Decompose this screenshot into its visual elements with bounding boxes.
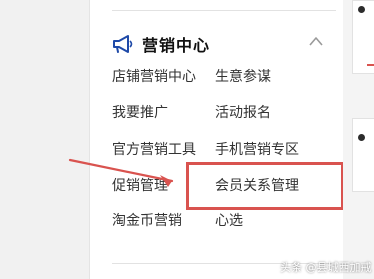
menu-item-xinxuan[interactable]: 心选 xyxy=(215,212,243,230)
chevron-up-icon[interactable] xyxy=(308,35,324,47)
menu-item-shop-marketing-center[interactable]: 店铺营销中心 xyxy=(112,68,196,86)
adjacent-card xyxy=(352,118,374,192)
menu-item-business-advisor[interactable]: 生意参谋 xyxy=(215,68,271,86)
marketing-center-header[interactable]: 营销中心 xyxy=(110,30,210,58)
section-title: 营销中心 xyxy=(142,36,211,55)
screenshot-page: 营销中心 店铺营销中心 生意参谋 我要推广 活动报名 官方营销工具 手机营销专区… xyxy=(0,0,374,279)
menu-item-mobile-marketing-zone[interactable]: 手机营销专区 xyxy=(215,141,299,159)
adjacent-accent xyxy=(367,64,374,66)
menu-item-promote[interactable]: 我要推广 xyxy=(112,104,168,122)
adjacent-mark xyxy=(358,134,365,141)
menu-item-taojinbi-marketing[interactable]: 淘金币营销 xyxy=(112,212,182,230)
watermark: 头条 @县城西加戒 xyxy=(280,261,372,274)
megaphone-icon xyxy=(113,35,133,53)
adjacent-mark xyxy=(358,6,365,13)
arrow-annotation xyxy=(68,158,174,187)
divider xyxy=(112,10,336,11)
menu-item-event-signup[interactable]: 活动报名 xyxy=(215,104,271,122)
menu-item-member-relationship-management[interactable]: 会员关系管理 xyxy=(215,177,299,195)
